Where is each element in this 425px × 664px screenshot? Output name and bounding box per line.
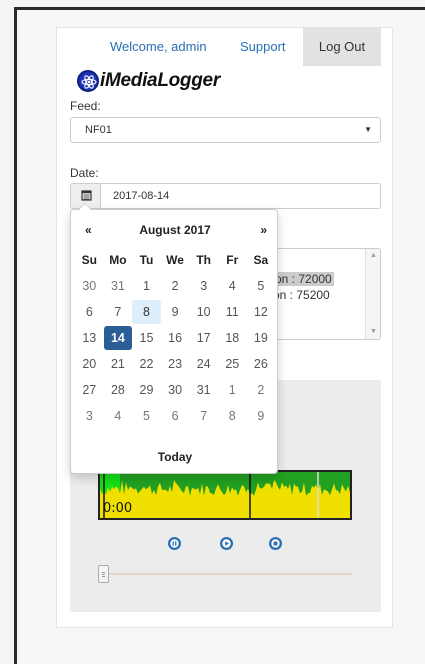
datepicker-day[interactable]: 22 — [132, 352, 161, 376]
date-label: Date: — [70, 166, 99, 180]
datepicker-day[interactable]: 14 — [103, 326, 133, 350]
datepicker-day[interactable]: 5 — [132, 404, 161, 428]
next-month-button[interactable]: » — [260, 223, 267, 237]
datepicker-day[interactable]: 10 — [189, 300, 218, 324]
datepicker-day[interactable]: 9 — [247, 404, 276, 428]
datepicker-day[interactable]: 20 — [75, 352, 104, 376]
chevron-down-icon: ▼ — [364, 125, 372, 134]
weekday-label: Su — [81, 253, 97, 267]
datepicker-week: 6 7 8 9 10 11 12 — [75, 300, 275, 326]
datepicker-day[interactable]: 31 — [189, 378, 218, 402]
datepicker-day[interactable]: 2 — [247, 378, 276, 402]
play-icon[interactable] — [220, 537, 233, 550]
datepicker-day[interactable]: 12 — [247, 300, 276, 324]
datepicker-day[interactable]: 13 — [75, 326, 104, 350]
datepicker-day[interactable]: 19 — [247, 326, 276, 350]
list-scrollbar[interactable]: ▲ ▼ — [365, 249, 380, 339]
datepicker-day[interactable]: 2 — [161, 274, 190, 298]
datepicker-week: 20 21 22 23 24 25 26 — [75, 352, 275, 378]
datepicker-grid: Su Mo Tu We Th Fr Sa 30 31 1 2 3 4 5 6 7 8 9 10 11 12 13 14 15 1… — [75, 248, 275, 430]
datepicker-day[interactable]: 28 — [104, 378, 133, 402]
datepicker-day[interactable]: 8 — [218, 404, 247, 428]
welcome-link[interactable]: Welcome, admin — [110, 39, 207, 54]
datepicker-week: 30 31 1 2 3 4 5 — [75, 274, 275, 300]
datepicker-day[interactable]: 3 — [189, 274, 218, 298]
date-field[interactable]: 2017-08-14 — [70, 183, 381, 209]
datepicker-day[interactable]: 7 — [189, 404, 218, 428]
datepicker-day[interactable]: 7 — [104, 300, 133, 324]
feed-label: Feed: — [70, 99, 101, 113]
atom-logo-icon — [77, 70, 99, 92]
datepicker-popup: August 2017 « » Su Mo Tu We Th Fr Sa 30 31 1 2 3 4 5 6… — [70, 203, 279, 474]
prev-month-button[interactable]: « — [85, 223, 92, 237]
datepicker-day[interactable]: 1 — [132, 274, 161, 298]
feed-value: NF01 — [85, 124, 112, 136]
datepicker-day[interactable]: 30 — [161, 378, 190, 402]
datepicker-day[interactable]: 31 — [104, 274, 133, 298]
datepicker-day[interactable]: 24 — [189, 352, 218, 376]
today-button[interactable]: Today — [71, 450, 279, 464]
datepicker-title[interactable]: August 2017 — [71, 223, 279, 237]
datepicker-week: 3456789 — [75, 404, 275, 430]
datepicker-day[interactable]: 4 — [218, 274, 247, 298]
datepicker-day[interactable]: 29 — [132, 378, 161, 402]
logout-button[interactable]: Log Out — [303, 28, 381, 66]
datepicker-day[interactable]: 17 — [189, 326, 218, 350]
weekday-label: We — [166, 253, 184, 267]
datepicker-day[interactable]: 9 — [161, 300, 190, 324]
datepicker-week: 27 28 29 30 31 1 2 — [75, 378, 275, 404]
datepicker-day[interactable]: 25 — [218, 352, 247, 376]
datepicker-day[interactable]: 27 — [75, 378, 104, 402]
datepicker-day[interactable]: 6 — [161, 404, 190, 428]
datepicker-day[interactable]: 30 — [75, 274, 104, 298]
datepicker-day[interactable]: 21 — [104, 352, 133, 376]
datepicker-header: August 2017 « » — [71, 223, 279, 239]
datepicker-day[interactable]: 15 — [132, 326, 161, 350]
date-input[interactable]: 2017-08-14 — [113, 190, 169, 202]
weekday-label: Mo — [109, 253, 127, 267]
support-link[interactable]: Support — [240, 39, 286, 54]
datepicker-day[interactable]: 3 — [75, 404, 104, 428]
scroll-up-icon[interactable]: ▲ — [370, 252, 377, 259]
brand-logo: iMediaLogger — [77, 69, 220, 93]
datepicker-day[interactable]: 18 — [218, 326, 247, 350]
seek-handle[interactable] — [98, 565, 109, 583]
weekday-label: Fr — [226, 253, 239, 267]
datepicker-weekdays: Su Mo Tu We Th Fr Sa — [75, 248, 275, 274]
weekday-label: Sa — [253, 253, 269, 267]
datepicker-day[interactable]: 16 — [161, 326, 190, 350]
waveform[interactable]: 0:00 — [98, 470, 352, 520]
feed-select[interactable]: NF01 ▼ — [70, 117, 381, 143]
top-nav: Welcome, admin Support Log Out — [57, 28, 394, 66]
brand-name: iMediaLogger — [100, 70, 220, 91]
datepicker-day[interactable]: 11 — [218, 300, 247, 324]
scroll-down-icon[interactable]: ▼ — [370, 328, 377, 335]
datepicker-day[interactable]: 4 — [104, 404, 133, 428]
datepicker-day[interactable]: 5 — [247, 274, 276, 298]
datepicker-week: 13 14 15 16 17 18 19 — [75, 326, 275, 352]
datepicker-day[interactable]: 6 — [75, 300, 104, 324]
datepicker-day[interactable]: 26 — [247, 352, 276, 376]
playback-time: 0:00 — [103, 501, 133, 516]
datepicker-day[interactable]: 8 — [132, 300, 161, 324]
pause-icon[interactable] — [168, 537, 181, 550]
datepicker-day[interactable]: 23 — [161, 352, 190, 376]
datepicker-day[interactable]: 1 — [218, 378, 247, 402]
seek-track[interactable] — [98, 573, 352, 575]
weekday-label: Th — [196, 253, 211, 267]
stop-icon[interactable] — [269, 537, 282, 550]
weekday-label: Tu — [139, 253, 154, 267]
